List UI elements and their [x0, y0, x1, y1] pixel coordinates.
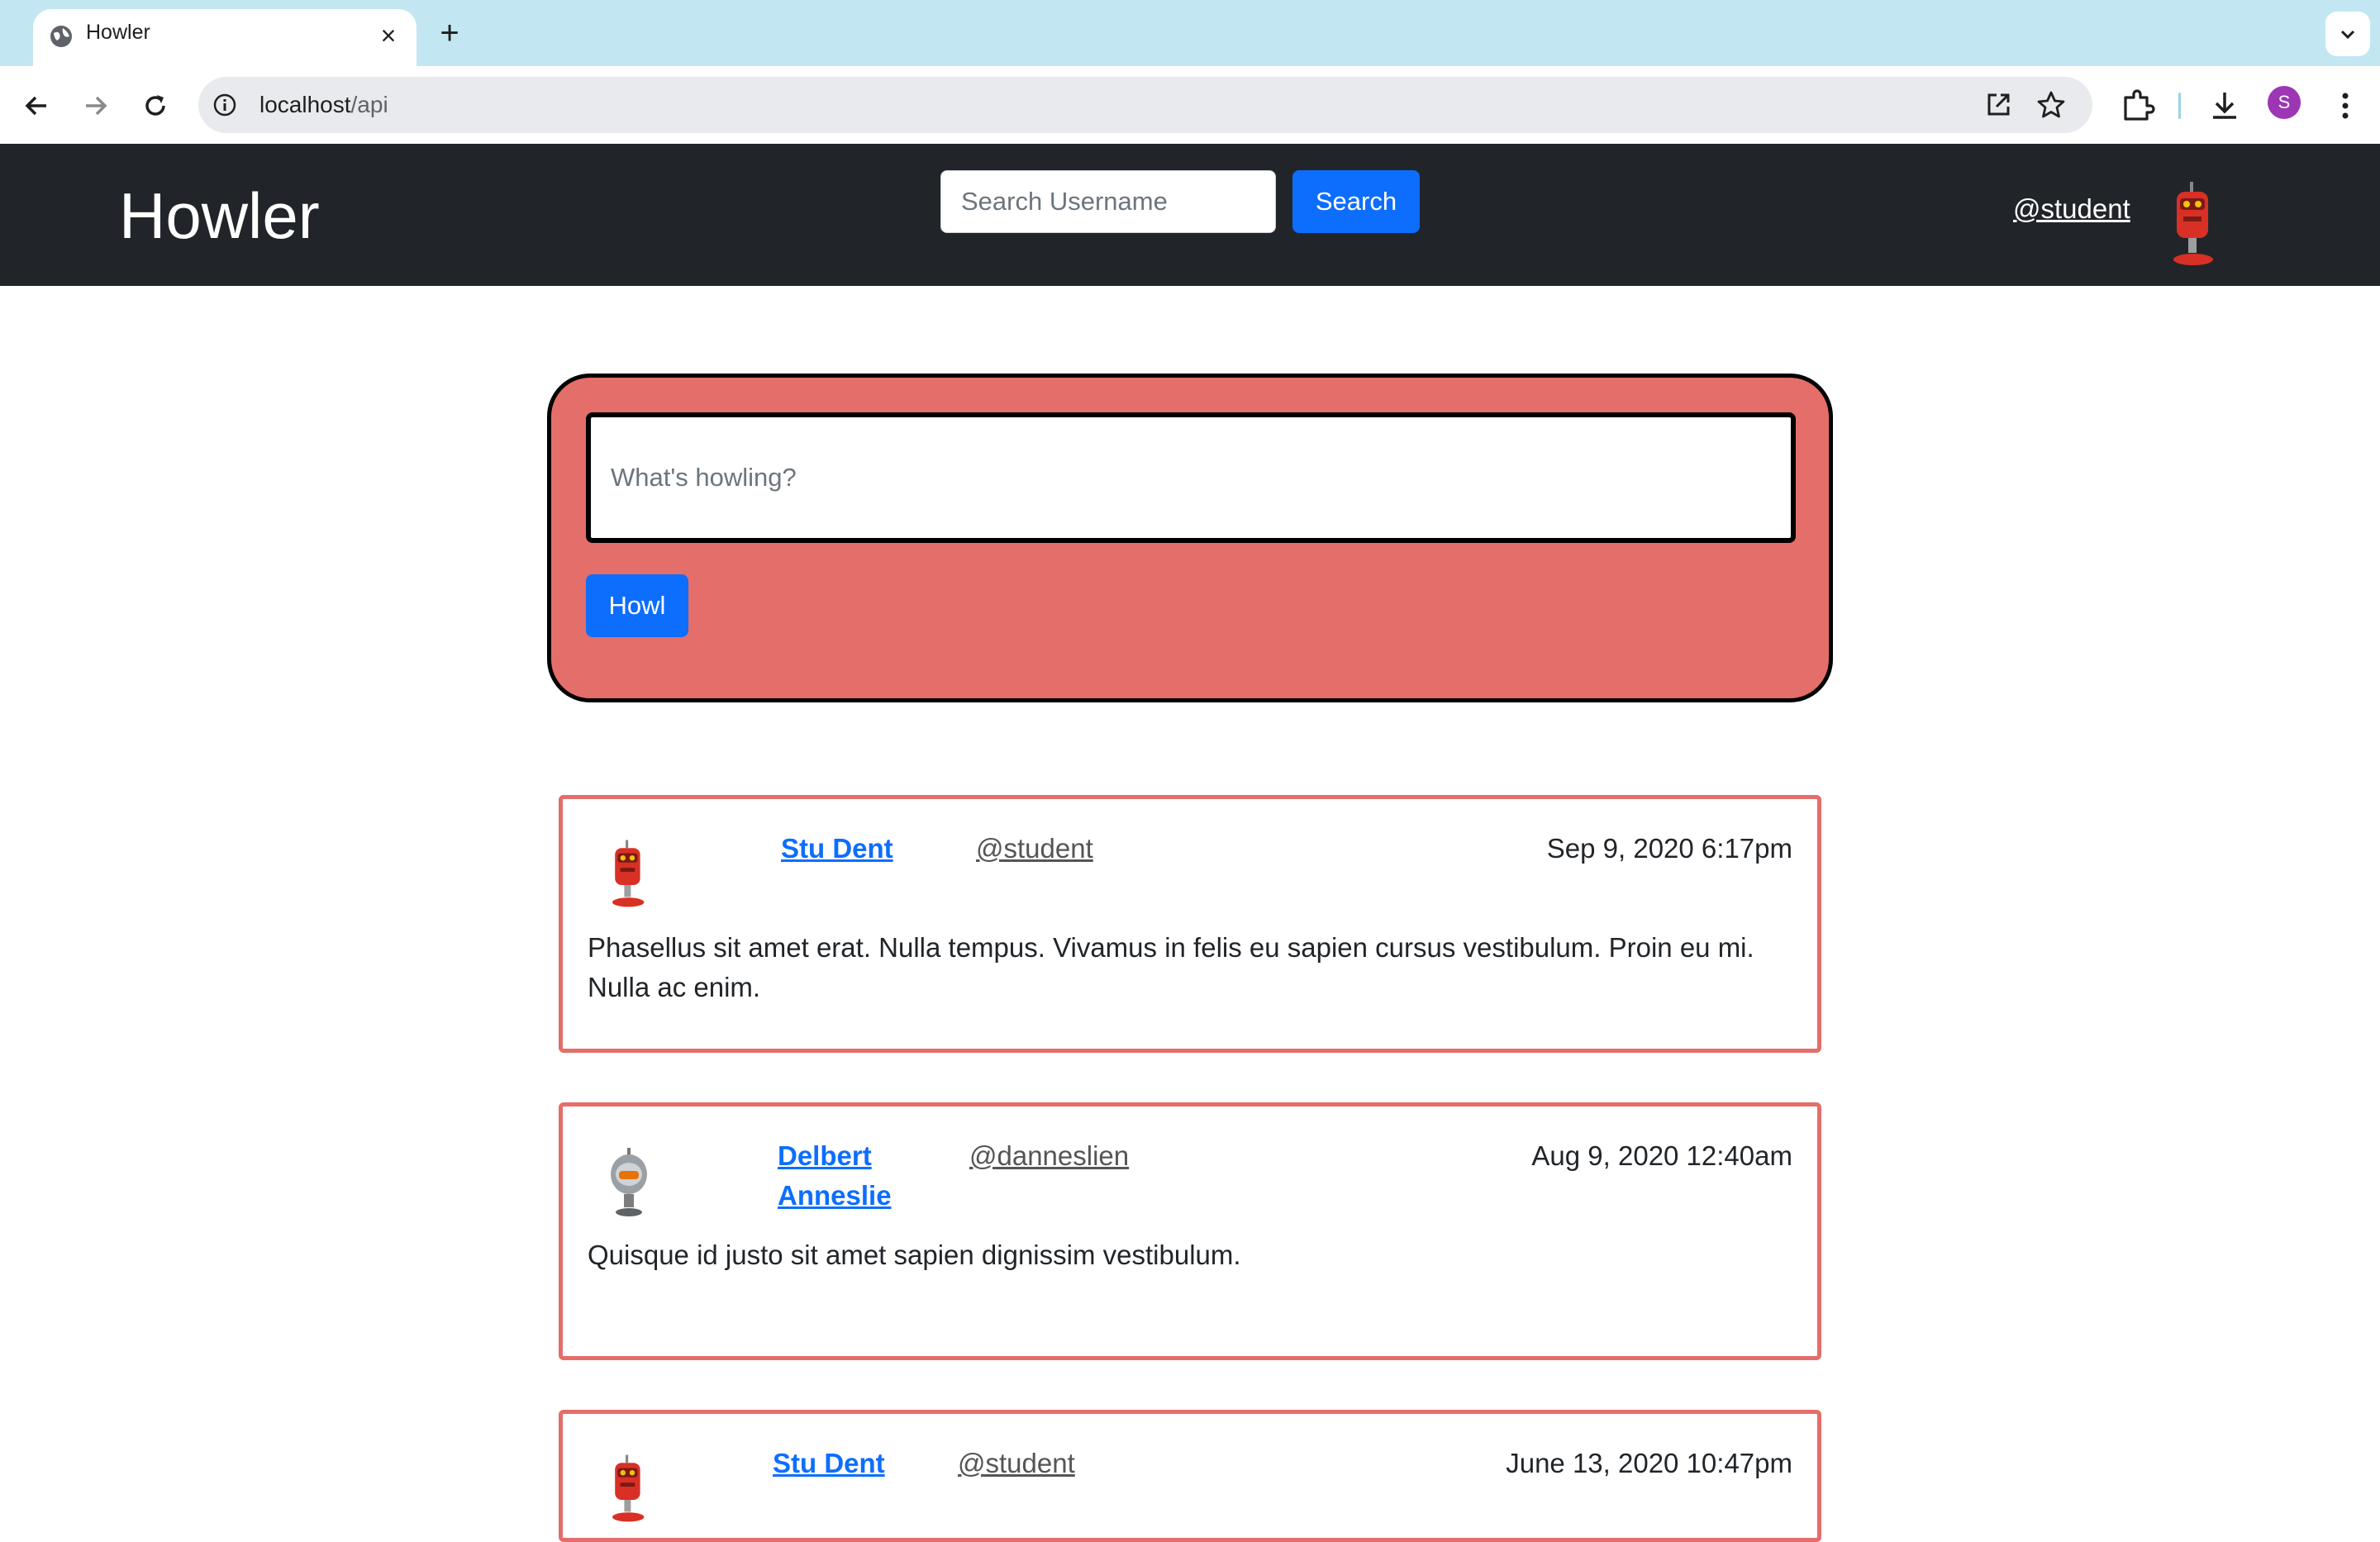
red-robot-icon[interactable]: [604, 839, 654, 916]
search-button[interactable]: Search: [1292, 170, 1420, 233]
back-icon[interactable]: [17, 86, 56, 126]
howl-card: Stu Dent @student Sep 9, 2020 6:17pm Pha…: [559, 795, 1821, 1053]
howl-author-name[interactable]: Stu Dent: [781, 829, 893, 869]
tab-title: Howler: [86, 21, 150, 44]
address-bar[interactable]: localhost/api: [198, 77, 2092, 133]
howl-date: Sep 9, 2020 6:17pm: [1546, 833, 1792, 864]
browser-tab[interactable]: Howler ×: [33, 9, 416, 66]
howl-author-handle[interactable]: @student: [976, 829, 1093, 869]
howl-author-handle[interactable]: @danneslien: [969, 1136, 1129, 1176]
gray-robot-icon[interactable]: [604, 1146, 654, 1225]
app-navbar: Howler Search @student: [0, 144, 2380, 286]
howl-button[interactable]: Howl: [586, 574, 688, 637]
red-robot-icon[interactable]: [2165, 180, 2223, 275]
browser-tabstrip: Howler × +: [0, 0, 2380, 66]
howl-date: Aug 9, 2020 12:40am: [1531, 1140, 1792, 1171]
globe-icon: [48, 23, 74, 50]
bookmark-star-icon[interactable]: [2035, 88, 2068, 121]
profile-avatar[interactable]: S: [2268, 86, 2301, 119]
download-icon[interactable]: [2205, 86, 2244, 126]
howl-author-handle[interactable]: @student: [958, 1444, 1075, 1483]
open-in-new-icon[interactable]: [1982, 88, 2015, 121]
howl-author-name[interactable]: Delbert Anneslie: [778, 1136, 902, 1216]
red-robot-icon[interactable]: [604, 1454, 654, 1530]
howl-card: Stu Dent @student June 13, 2020 10:47pm: [559, 1410, 1821, 1542]
forward-icon[interactable]: [76, 86, 116, 126]
current-user-link[interactable]: @student: [2013, 193, 2130, 225]
url-path: /api: [350, 92, 388, 117]
url-host: localhost: [259, 92, 351, 117]
chevron-down-icon: [2340, 30, 2355, 40]
howl-card: Delbert Anneslie @danneslien Aug 9, 2020…: [559, 1102, 1821, 1360]
tab-search-button[interactable]: [2325, 12, 2370, 56]
howl-author-name[interactable]: Stu Dent: [773, 1444, 885, 1483]
howl-date: June 13, 2020 10:47pm: [1506, 1448, 1792, 1478]
site-info-icon[interactable]: [212, 92, 238, 118]
reload-icon[interactable]: [136, 86, 175, 126]
new-tab-icon[interactable]: +: [430, 15, 469, 51]
howl-text-input[interactable]: [586, 412, 1796, 543]
extensions-icon[interactable]: [2117, 86, 2157, 126]
howl-text: Quisque id justo sit amet sapien digniss…: [588, 1240, 1241, 1270]
search-username-input[interactable]: [940, 170, 1276, 233]
close-tab-icon[interactable]: ×: [372, 19, 405, 52]
brand-title[interactable]: Howler: [119, 178, 320, 254]
howl-composer: Howl: [547, 374, 1833, 702]
toolbar-divider: [2178, 93, 2181, 119]
more-vert-icon[interactable]: [2325, 86, 2365, 126]
url-text: localhost/api: [259, 92, 388, 118]
howl-text: Phasellus sit amet erat. Nulla tempus. V…: [588, 932, 1754, 1002]
browser-toolbar: localhost/api: [0, 66, 2380, 144]
